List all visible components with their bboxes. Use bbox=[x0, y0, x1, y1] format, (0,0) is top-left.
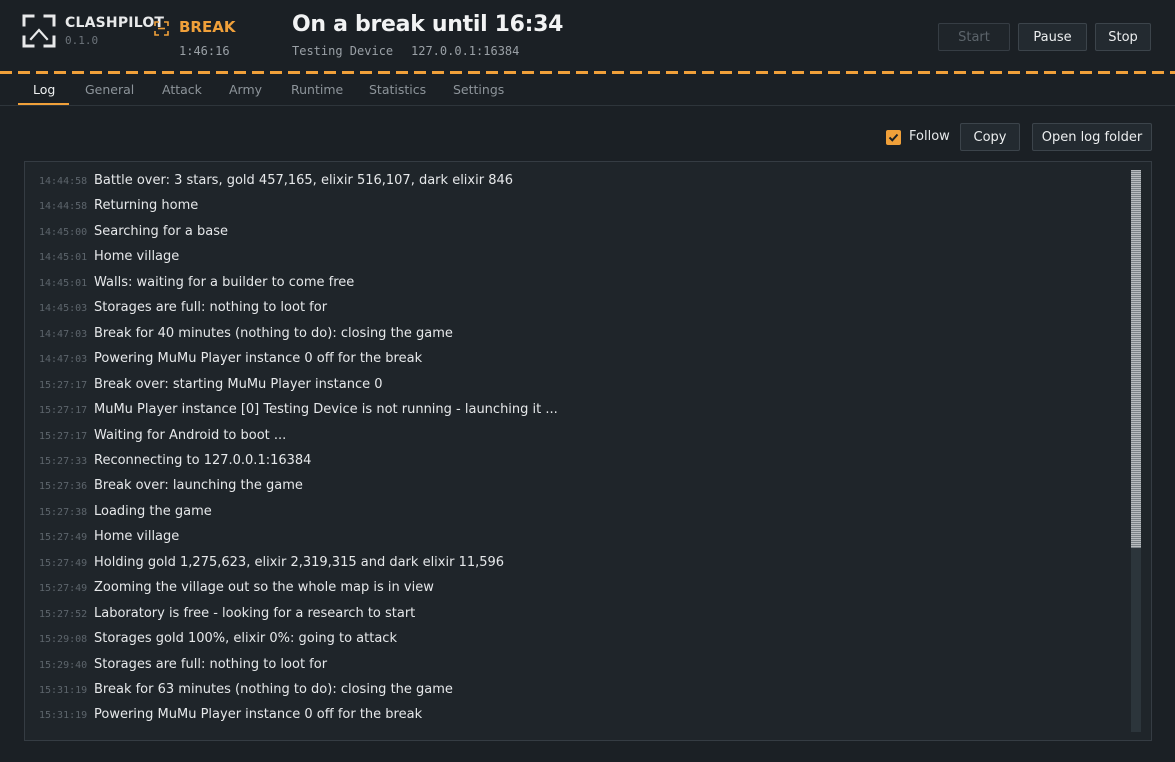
log-entry: 15:29:40 Storages are full: nothing to lo… bbox=[39, 653, 327, 673]
log-entry: 15:27:17 MuMu Player instance [0] Testing… bbox=[39, 398, 558, 418]
log-message: Storages gold 100%, elixir 0%: going to … bbox=[94, 631, 397, 647]
log-timestamp: 14:45:01 bbox=[39, 277, 88, 289]
tab-runtime[interactable]: Runtime bbox=[291, 82, 343, 97]
log-entry: 14:47:03 Powering MuMu Player instance 0 … bbox=[39, 347, 422, 367]
log-message: Zooming the village out so the whole map… bbox=[94, 580, 434, 596]
log-message: Laboratory is free - looking for a resea… bbox=[94, 605, 416, 621]
log-entry: 15:29:08 Storages gold 100%, elixir 0%: g… bbox=[39, 627, 397, 647]
log-message: MuMu Player instance [0] Testing Device … bbox=[94, 402, 558, 418]
follow-checkbox[interactable] bbox=[886, 130, 901, 145]
log-message: Home village bbox=[94, 529, 180, 545]
app-logo-icon bbox=[22, 14, 56, 48]
log-timestamp: 15:27:17 bbox=[39, 430, 88, 442]
device-name: Testing Device bbox=[292, 44, 394, 58]
break-state-icon bbox=[154, 21, 169, 36]
tab-settings[interactable]: Settings bbox=[453, 82, 504, 97]
device-address: 127.0.0.1:16384 bbox=[411, 44, 520, 58]
log-entry: 15:27:33 Reconnecting to 127.0.0.1:16384 bbox=[39, 449, 311, 469]
scrollbar[interactable] bbox=[1131, 170, 1141, 732]
log-message: Break over: launching the game bbox=[94, 478, 303, 494]
log-message: Storages are full: nothing to loot for bbox=[94, 656, 328, 672]
open-log-folder-button[interactable]: Open log folder bbox=[1032, 123, 1152, 151]
status-strip bbox=[0, 748, 1175, 762]
log-timestamp: 15:29:08 bbox=[39, 634, 88, 646]
log-entry: 15:27:52 Laboratory is free - looking for… bbox=[39, 602, 415, 622]
log-panel[interactable]: 14:44:58 Battle over: 3 stars, gold 457,1… bbox=[24, 161, 1152, 741]
log-timestamp: 14:45:00 bbox=[39, 226, 88, 238]
log-timestamp: 14:44:58 bbox=[39, 201, 88, 213]
log-entry: 15:27:36 Break over: launching the game bbox=[39, 474, 303, 494]
log-timestamp: 15:29:40 bbox=[39, 659, 88, 671]
copy-button[interactable]: Copy bbox=[960, 123, 1020, 151]
log-entry: 15:27:17 Waiting for Android to boot ... bbox=[39, 424, 286, 444]
log-message: Powering MuMu Player instance 0 off for … bbox=[94, 351, 423, 367]
log-message: Battle over: 3 stars, gold 457,165, elix… bbox=[94, 173, 514, 188]
log-entry: 14:44:58 Returning home bbox=[39, 194, 198, 214]
app-name: CLASHPILOT bbox=[65, 15, 165, 31]
status-headline: On a break until 16:34 bbox=[292, 12, 564, 37]
log-timestamp: 15:27:36 bbox=[39, 481, 88, 493]
log-timestamp: 15:27:33 bbox=[39, 455, 88, 467]
log-timestamp: 14:45:03 bbox=[39, 303, 88, 315]
log-message: Powering MuMu Player instance 0 off for … bbox=[94, 707, 423, 723]
log-entry: 14:47:03 Break for 40 minutes (nothing to… bbox=[39, 322, 453, 342]
log-timestamp: 15:27:52 bbox=[39, 608, 88, 620]
log-timestamp: 14:45:01 bbox=[39, 252, 88, 264]
log-message: Break over: starting MuMu Player instanc… bbox=[94, 376, 383, 392]
log-message: Break for 40 minutes (nothing to do): cl… bbox=[94, 325, 453, 341]
log-entry: 14:45:03 Storages are full: nothing to lo… bbox=[39, 296, 327, 316]
log-entry: 14:45:01 Walls: waiting for a builder to … bbox=[39, 271, 354, 291]
tab-statistics[interactable]: Statistics bbox=[369, 82, 426, 97]
log-message: Reconnecting to 127.0.0.1:16384 bbox=[94, 452, 312, 468]
log-entry: 15:31:19 Break for 63 minutes (nothing to… bbox=[39, 678, 453, 698]
tab-attack[interactable]: Attack bbox=[162, 82, 202, 97]
log-timestamp: 15:27:49 bbox=[39, 583, 88, 595]
log-entry: 15:27:49 Zooming the village out so the w… bbox=[39, 576, 434, 596]
start-button[interactable]: Start bbox=[938, 23, 1010, 51]
pause-button[interactable]: Pause bbox=[1018, 23, 1087, 51]
log-entry: 15:27:38 Loading the game bbox=[39, 500, 212, 520]
log-timestamp: 15:27:17 bbox=[39, 379, 88, 391]
active-tab-indicator bbox=[18, 103, 69, 105]
log-timestamp: 15:27:38 bbox=[39, 506, 88, 518]
log-entry: 15:27:49 Holding gold 1,275,623, elixir 2… bbox=[39, 551, 504, 571]
tab-army[interactable]: Army bbox=[229, 82, 262, 97]
log-timestamp: 15:31:19 bbox=[39, 710, 88, 722]
log-message: Returning home bbox=[94, 198, 199, 214]
checkmark-icon bbox=[888, 133, 899, 142]
tab-log[interactable]: Log bbox=[33, 82, 55, 97]
log-entry: 14:45:00 Searching for a base bbox=[39, 220, 228, 240]
log-entry: 15:27:17 Break over: starting MuMu Player… bbox=[39, 373, 383, 393]
log-message: Loading the game bbox=[94, 503, 212, 519]
log-message: Holding gold 1,275,623, elixir 2,319,315… bbox=[94, 554, 505, 570]
log-message: Break for 63 minutes (nothing to do): cl… bbox=[94, 682, 453, 697]
app-version: 0.1.0 bbox=[65, 34, 99, 47]
log-message: Walls: waiting for a builder to come fre… bbox=[94, 274, 355, 290]
log-message: Searching for a base bbox=[94, 223, 228, 239]
log-timestamp: 15:31:19 bbox=[39, 685, 88, 696]
log-timestamp: 14:44:58 bbox=[39, 176, 88, 187]
log-timestamp: 15:27:49 bbox=[39, 557, 88, 569]
log-entry: 15:31:19 Powering MuMu Player instance 0 … bbox=[39, 703, 422, 723]
log-timestamp: 14:47:03 bbox=[39, 328, 88, 340]
state-timer: 1:46:16 bbox=[179, 44, 230, 58]
log-timestamp: 14:47:03 bbox=[39, 354, 88, 366]
log-entry: 15:27:49 Home village bbox=[39, 525, 179, 545]
log-message: Waiting for Android to boot ... bbox=[94, 427, 287, 443]
log-timestamp: 15:27:17 bbox=[39, 405, 88, 417]
stop-button[interactable]: Stop bbox=[1095, 23, 1151, 51]
tab-bar: Log General Attack Army Runtime Statisti… bbox=[0, 74, 1175, 106]
state-label: BREAK bbox=[179, 18, 236, 36]
tab-general[interactable]: General bbox=[85, 82, 134, 97]
log-timestamp: 15:27:49 bbox=[39, 532, 88, 544]
log-message: Home village bbox=[94, 249, 180, 265]
log-entry: 14:45:01 Home village bbox=[39, 245, 179, 265]
header-bar: CLASHPILOT 0.1.0 BREAK 1:46:16 On a brea… bbox=[0, 0, 1175, 72]
log-message: Storages are full: nothing to loot for bbox=[94, 300, 328, 316]
scrollbar-thumb[interactable] bbox=[1131, 170, 1141, 548]
log-entry: 14:44:58 Battle over: 3 stars, gold 457,1… bbox=[39, 169, 513, 189]
follow-label: Follow bbox=[909, 129, 950, 144]
